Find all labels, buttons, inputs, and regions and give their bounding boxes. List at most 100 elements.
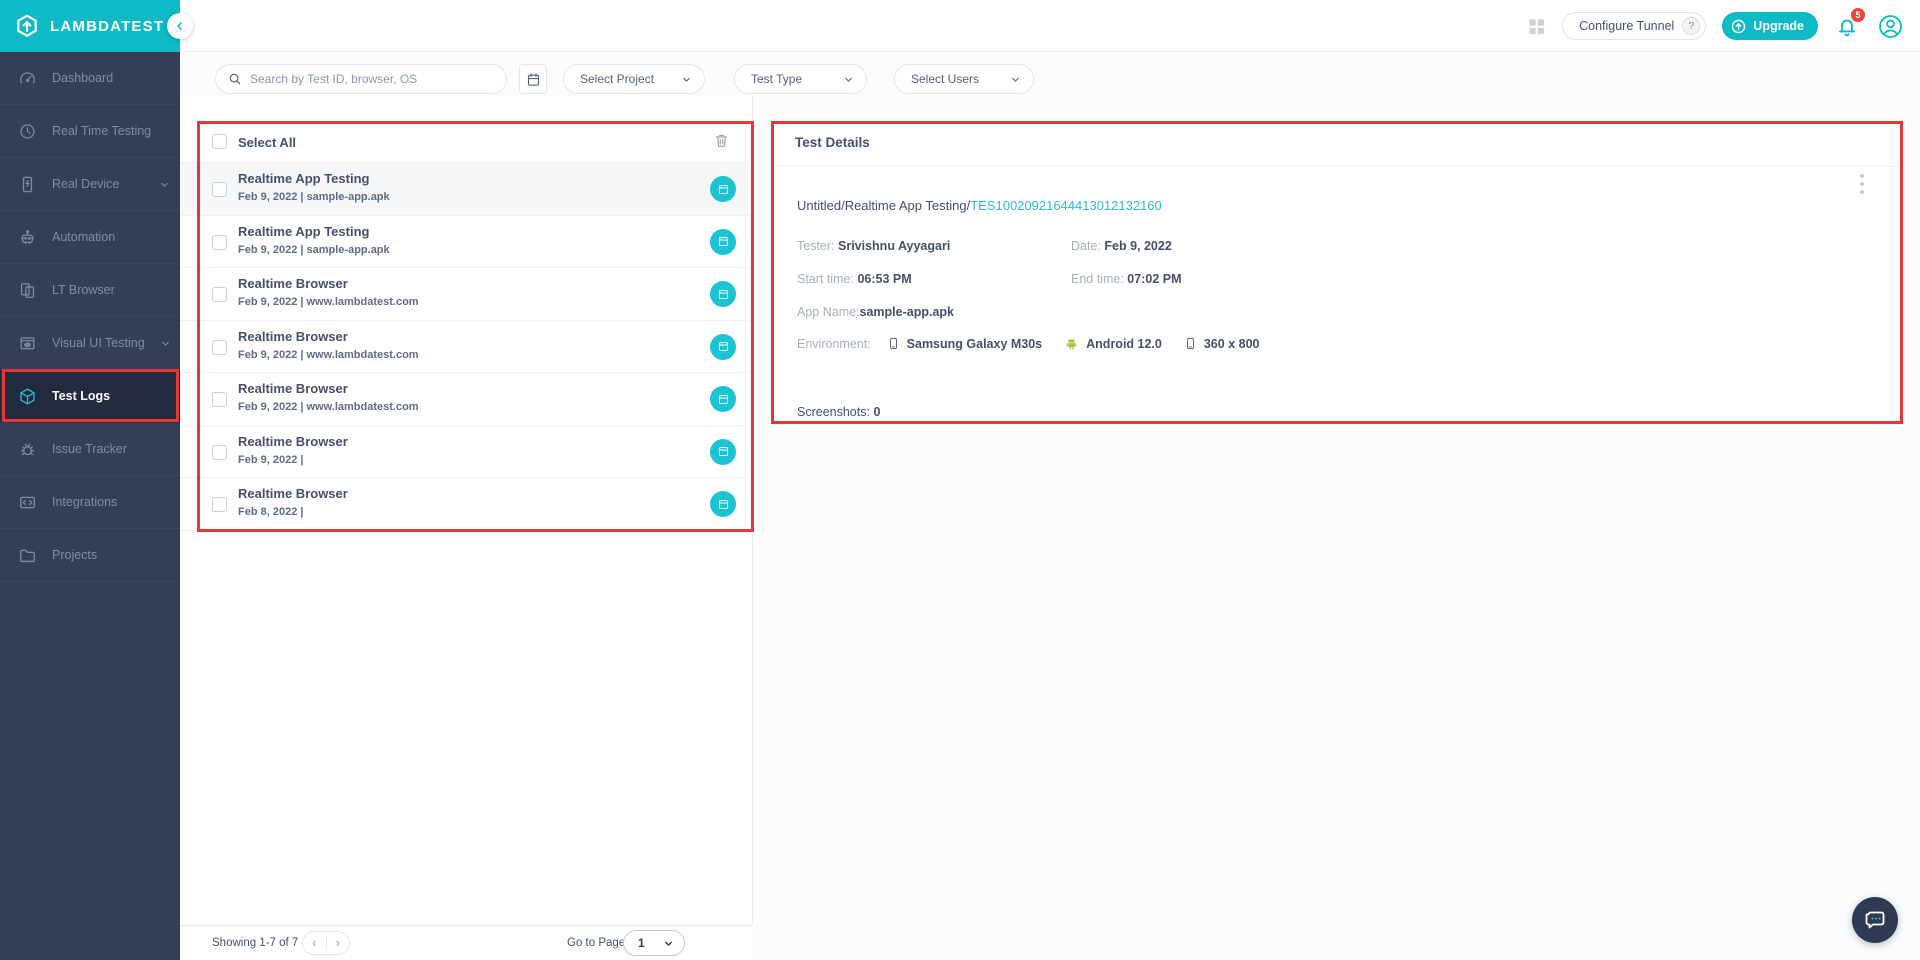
sidebar-item-dashboard[interactable]: Dashboard	[0, 52, 180, 105]
dashboard-gauge-icon	[18, 69, 37, 88]
test-subtitle: Feb 9, 2022 | sample-app.apk	[238, 191, 390, 203]
os-value: Android 12.0	[1086, 336, 1162, 351]
test-row[interactable]: Realtime Browser Feb 9, 2022 | www.lambd…	[180, 268, 753, 321]
sidebar-item-lt-browser[interactable]: LT Browser	[0, 264, 180, 317]
chevron-down-icon	[159, 179, 170, 190]
test-title: Realtime Browser	[238, 328, 348, 344]
details-divider	[771, 166, 1902, 167]
sidebar-item-visual-ui-testing[interactable]: Visual UI Testing	[0, 317, 180, 370]
test-row[interactable]: Realtime Browser Feb 8, 2022 |	[180, 478, 753, 531]
date-filter-button[interactable]	[519, 64, 547, 94]
upgrade-button[interactable]: Upgrade	[1722, 12, 1818, 40]
environment-row: Environment: Samsung Galaxy M30s Android…	[797, 336, 1281, 351]
date-row: Date: Feb 9, 2022	[1071, 239, 1172, 253]
sidebar-item-real-device[interactable]: Real Device	[0, 158, 180, 211]
chevron-down-icon	[843, 74, 854, 85]
sidebar-item-test-logs[interactable]: Test Logs	[0, 370, 180, 423]
end-time-row: End time: 07:02 PM	[1071, 272, 1182, 286]
page-select-dropdown[interactable]: 1	[623, 930, 685, 956]
help-icon[interactable]: ?	[1682, 17, 1701, 35]
end-time-value: 07:02 PM	[1127, 272, 1182, 286]
test-title: Realtime Browser	[238, 486, 348, 501]
sidebar-item-projects[interactable]: Projects	[0, 529, 180, 582]
brand-logo[interactable]: LAMBDATEST	[0, 0, 180, 52]
sidebar-item-integrations[interactable]: Integrations	[0, 476, 180, 529]
sidebar-item-label: Dashboard	[52, 71, 114, 85]
chevron-down-icon	[160, 338, 171, 349]
apps-grid-icon[interactable]	[1527, 17, 1546, 36]
chat-widget-button[interactable]	[1852, 897, 1898, 943]
date-value: Feb 9, 2022	[1104, 239, 1172, 253]
next-page-button[interactable]: ›	[327, 932, 350, 954]
row-checkbox[interactable]	[212, 287, 227, 302]
delete-selected-button[interactable]	[713, 132, 730, 149]
test-row[interactable]: Realtime Browser Feb 9, 2022 | www.lambd…	[180, 321, 753, 373]
test-type-dropdown[interactable]: Test Type	[734, 64, 867, 94]
test-row[interactable]: Realtime Browser Feb 9, 2022 |	[180, 426, 753, 478]
test-subtitle: Feb 8, 2022 |	[238, 506, 304, 518]
test-title: Realtime App Testing	[238, 223, 370, 239]
notifications-bell-icon[interactable]: 5	[1834, 7, 1865, 40]
search-input[interactable]	[250, 72, 506, 86]
chevron-down-icon	[1010, 74, 1021, 85]
sidebar-item-label: Projects	[52, 548, 98, 562]
mobile-device-icon	[887, 336, 900, 351]
row-checkbox[interactable]	[212, 234, 227, 250]
upgrade-arrow-icon	[1730, 18, 1747, 35]
trash-icon	[713, 132, 730, 149]
select-users-value: Select Users	[911, 72, 980, 86]
sidebar-item-label: Issue Tracker	[52, 442, 128, 456]
test-row[interactable]: Realtime Browser Feb 9, 2022 | www.lambd…	[180, 373, 753, 426]
calendar-icon	[526, 72, 541, 87]
select-all-checkbox[interactable]	[212, 134, 227, 149]
sidebar-item-real-time-testing[interactable]: Real Time Testing	[0, 105, 180, 158]
sidebar-item-label: Integrations	[52, 495, 118, 509]
test-row[interactable]: Realtime App Testing Feb 9, 2022 | sampl…	[180, 163, 753, 216]
sidebar-item-issue-tracker[interactable]: Issue Tracker	[0, 423, 180, 476]
row-checkbox[interactable]	[212, 392, 227, 407]
row-checkbox[interactable]	[212, 182, 227, 197]
brand-name: LAMBDATEST	[50, 17, 165, 35]
start-time-label: Start time:	[797, 272, 854, 286]
test-title: Realtime Browser	[238, 381, 348, 396]
previous-page-button[interactable]: ‹	[303, 932, 326, 954]
mobile-device-icon	[18, 175, 37, 194]
search-icon	[228, 72, 242, 86]
test-row[interactable]: Realtime App Testing Feb 9, 2022 | sampl…	[180, 216, 753, 268]
tester-value: Srivishnu Ayyagari	[838, 239, 951, 253]
chat-bubble-icon	[1863, 908, 1887, 932]
cube-icon	[18, 387, 37, 406]
screenshots-value: 0	[873, 405, 881, 419]
details-title: Test Details	[795, 135, 870, 150]
sidebar-item-automation[interactable]: Automation	[0, 211, 180, 264]
start-time-row: Start time: 06:53 PM	[797, 272, 912, 286]
test-title: Realtime Browser	[238, 276, 348, 291]
pagination-summary: Showing 1-7 of 7	[212, 937, 299, 949]
robot-icon	[18, 228, 37, 247]
app-name-row: App Name:sample-app.apk	[797, 305, 954, 319]
app-name-value: sample-app.apk	[859, 305, 955, 319]
row-checkbox[interactable]	[212, 339, 227, 355]
select-project-dropdown[interactable]: Select Project	[563, 64, 705, 94]
user-avatar[interactable]	[1877, 13, 1904, 40]
notification-count-badge: 5	[1851, 7, 1865, 22]
realtime-test-icon	[710, 333, 736, 360]
realtime-test-icon	[710, 228, 736, 255]
select-all-label: Select All	[238, 135, 297, 150]
realtime-test-icon	[710, 491, 736, 517]
test-title: Realtime Browser	[238, 433, 348, 449]
test-id-link[interactable]: TES10020921644413012132160	[970, 198, 1162, 213]
kebab-menu-icon[interactable]	[1860, 174, 1864, 194]
topbar-actions: Configure Tunnel ? Upgrade 5	[1527, 0, 1904, 52]
test-subtitle: Feb 9, 2022 | www.lambdatest.com	[238, 401, 419, 413]
lt-browser-icon	[18, 281, 37, 300]
row-checkbox[interactable]	[212, 497, 227, 512]
select-users-dropdown[interactable]: Select Users	[894, 64, 1034, 94]
row-checkbox[interactable]	[212, 444, 227, 460]
configure-tunnel-button[interactable]: Configure Tunnel ?	[1562, 12, 1707, 40]
sidebar-collapse-button[interactable]	[167, 13, 193, 39]
tester-label: Tester:	[797, 239, 835, 253]
chevron-down-icon	[663, 938, 674, 949]
lambdatest-logo-icon	[14, 13, 40, 39]
sidebar-item-label: LT Browser	[52, 283, 115, 297]
